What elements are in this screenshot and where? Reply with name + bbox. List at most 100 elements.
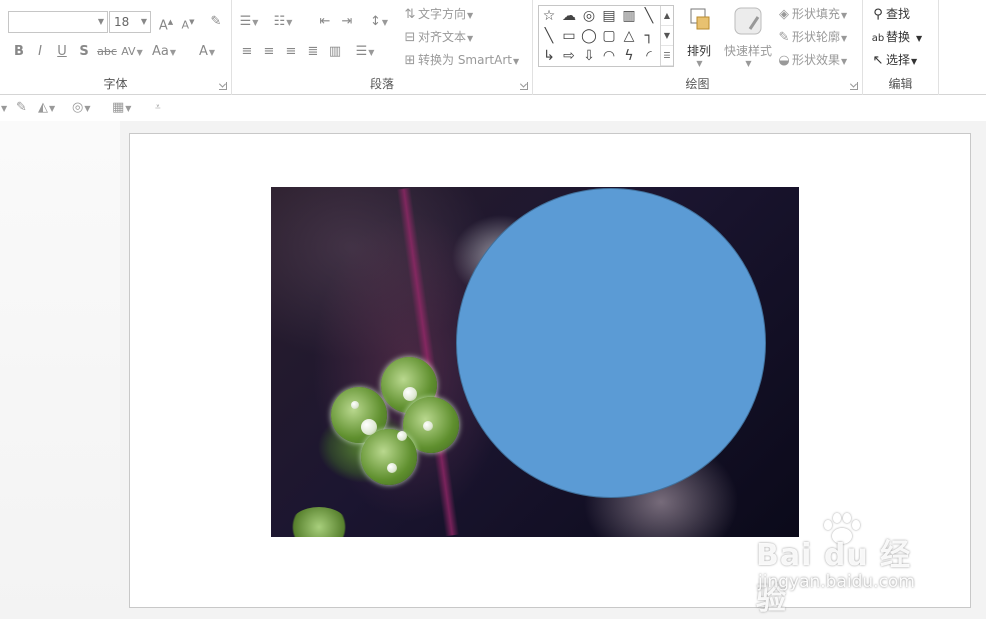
shape-option-icon[interactable]: ▤ xyxy=(599,6,619,26)
replace-button[interactable]: ab 替换 ▼ xyxy=(870,26,922,48)
paragraph-dialog-launcher[interactable] xyxy=(520,82,528,90)
chevron-down-icon: ▼ xyxy=(169,48,177,57)
font-group-label: 字体 xyxy=(103,77,128,91)
photo-small-clover xyxy=(289,507,349,537)
grow-font-button[interactable]: A▲ xyxy=(155,11,177,33)
blue-circle-shape[interactable] xyxy=(456,188,766,498)
align-center-icon: ≡ xyxy=(263,44,275,59)
line-spacing-button[interactable]: ↕▼ xyxy=(368,11,390,33)
numbering-icon: ☷ xyxy=(273,14,286,29)
font-color-button[interactable]: A▼ xyxy=(196,41,218,63)
decrease-indent-button[interactable]: ⇤ xyxy=(314,11,336,33)
bold-button[interactable]: B xyxy=(8,41,30,63)
case-label: Aa xyxy=(152,44,169,59)
text-direction-label: 文字方向 xyxy=(418,7,467,21)
font-size-dropdown[interactable]: 18 ▼ xyxy=(109,11,151,33)
convert-smartart-button[interactable]: ⊞ 转换为 SmartArt▼ xyxy=(402,49,520,71)
shrink-font-button[interactable]: A▼ xyxy=(177,11,199,33)
shape-option-icon[interactable]: ▢ xyxy=(599,26,619,46)
align-text-button[interactable]: ⊟ 对齐文本▼ xyxy=(402,26,474,48)
align-right-button[interactable]: ≡ xyxy=(280,41,302,63)
shape-option-icon[interactable]: ↳ xyxy=(539,46,559,66)
gallery-scroll[interactable]: ▲ ▼ ☰ xyxy=(660,6,673,66)
shape-fill-label: 形状填充 xyxy=(792,7,841,21)
change-case-button[interactable]: Aa▼ xyxy=(152,41,176,63)
clear-formatting-button[interactable]: ✎ xyxy=(205,11,227,33)
format-painter-icon[interactable]: ✎ xyxy=(16,98,27,118)
columns-button[interactable]: ☰▼ xyxy=(354,41,376,63)
smartart-icon: ⊞ xyxy=(404,53,416,68)
shape-effects-button[interactable]: ◒ 形状效果▼ xyxy=(776,49,847,71)
bullets-icon: ☰ xyxy=(239,14,252,29)
shrink-font-label: A xyxy=(181,18,190,32)
justify-button[interactable]: ≣ xyxy=(302,41,324,63)
select-label: 选择 xyxy=(886,53,911,67)
align-left-button[interactable]: ≡ xyxy=(236,41,258,63)
shape-option-icon[interactable]: ☆ xyxy=(539,6,559,26)
shape-option-icon[interactable]: ╲ xyxy=(539,26,559,46)
quick-styles-icon xyxy=(734,7,762,35)
shape-option-icon[interactable]: ╲ xyxy=(639,6,659,26)
bullets-button[interactable]: ☰▼ xyxy=(238,11,260,33)
arrange-button[interactable]: 排列 ▼ xyxy=(677,5,721,68)
toolbar-arrow-icon[interactable]: ▼ xyxy=(0,98,7,118)
chevron-down-icon: ▼ xyxy=(916,34,923,43)
strikethrough-button[interactable]: abc xyxy=(96,41,118,63)
chevron-down-icon: ▼ xyxy=(467,11,474,20)
shape-option-icon[interactable]: ▥ xyxy=(619,6,639,26)
customize-toolbar-icon[interactable]: ⩡ xyxy=(155,98,161,118)
shape-icon[interactable]: ◎▼ xyxy=(72,98,91,118)
grow-font-label: A xyxy=(158,18,168,34)
shape-option-icon[interactable]: ◠ xyxy=(599,46,619,66)
shape-option-icon[interactable]: △ xyxy=(619,26,639,46)
font-name-dropdown[interactable]: ▼ xyxy=(8,11,108,33)
quick-styles-button[interactable]: 快速样式 ▼ xyxy=(720,5,776,68)
select-button[interactable]: ↖ 选择▼ xyxy=(870,49,918,71)
character-spacing-button[interactable]: AV▼ xyxy=(121,41,143,63)
align-center-button[interactable]: ≡ xyxy=(258,41,280,63)
replace-label: 替换 xyxy=(886,30,911,44)
text-direction-icon: ⇅ xyxy=(404,7,416,22)
text-direction-button[interactable]: ⇅ 文字方向▼ xyxy=(402,3,474,25)
chevron-down-icon: ▼ xyxy=(381,18,389,27)
replace-icon: ab xyxy=(871,33,885,44)
arrange-label: 排列 xyxy=(686,44,711,58)
text-shadow-button[interactable]: S xyxy=(73,41,95,63)
find-button[interactable]: ⚲ 查找 xyxy=(870,3,910,25)
drawing-dialog-launcher[interactable] xyxy=(850,82,858,90)
font-dialog-launcher[interactable] xyxy=(219,82,227,90)
shape-option-icon[interactable]: ☁ xyxy=(559,6,579,26)
chevron-down-icon: ▼ xyxy=(911,57,918,66)
underline-button[interactable]: U xyxy=(51,41,73,63)
chevron-down-icon: ▼ xyxy=(512,57,520,66)
shape-fill-button[interactable]: ◈ 形状填充▼ xyxy=(776,3,847,25)
quick-styles-label: 快速样式 xyxy=(723,44,772,58)
shapes-gallery[interactable]: ☆ ☁ ◎ ▤ ▥ ╲ ╲ ▭ ◯ ▢ △ ┐ ↳ ⇨ ⇩ ◠ ϟ ◜ ▲ ▼ ☰ xyxy=(538,5,674,67)
fill-icon[interactable]: ◭▼ xyxy=(38,98,55,118)
paint-bucket-icon: ◈ xyxy=(779,7,789,22)
cursor-icon: ↖ xyxy=(872,53,884,68)
shape-option-icon[interactable]: ◯ xyxy=(579,26,599,46)
scroll-down-icon[interactable]: ▼ xyxy=(661,26,673,46)
scroll-up-icon[interactable]: ▲ xyxy=(661,6,673,26)
thumbnail-pane xyxy=(0,121,120,619)
shape-option-icon[interactable]: ◜ xyxy=(639,46,659,66)
distributed-button[interactable]: ▥ xyxy=(324,41,346,63)
italic-button[interactable]: I xyxy=(29,41,51,63)
shape-option-icon[interactable]: ▭ xyxy=(559,26,579,46)
chevron-down-icon: ▼ xyxy=(841,57,848,66)
shape-option-icon[interactable]: ┐ xyxy=(639,26,659,46)
increase-indent-button[interactable]: ⇥ xyxy=(336,11,358,33)
distributed-icon: ▥ xyxy=(328,44,342,59)
watermark-url: jingyan.baidu.com xyxy=(758,572,915,592)
shape-option-icon[interactable]: ◎ xyxy=(579,6,599,26)
shape-option-icon[interactable]: ⇨ xyxy=(559,46,579,66)
shape-outline-button[interactable]: ✎ 形状轮廓▼ xyxy=(776,26,848,48)
grid-icon[interactable]: ▦▼ xyxy=(112,98,131,118)
chevron-down-icon: ▼ xyxy=(745,59,752,68)
gallery-more-icon[interactable]: ☰ xyxy=(661,46,673,66)
effects-icon: ◒ xyxy=(778,53,790,68)
shape-option-icon[interactable]: ⇩ xyxy=(579,46,599,66)
shape-option-icon[interactable]: ϟ xyxy=(619,46,639,66)
numbering-button[interactable]: ☷▼ xyxy=(272,11,294,33)
